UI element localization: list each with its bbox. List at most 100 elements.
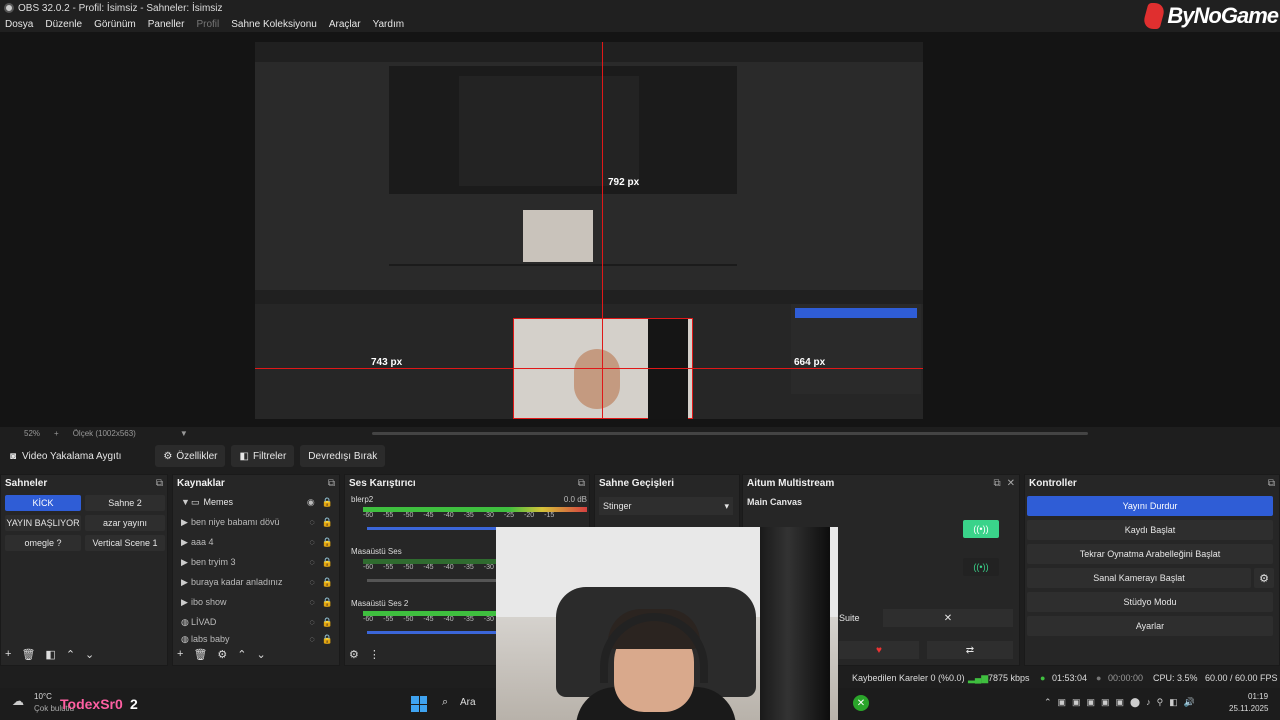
lock-icon[interactable]: 🔒 (322, 577, 333, 588)
fps: 60.00 / 60.00 FPS (1205, 673, 1278, 683)
more-icon[interactable]: ⋮ (369, 648, 380, 661)
eye-hidden-icon[interactable]: ◌ (309, 537, 314, 548)
undock-icon[interactable]: ⧉ (328, 478, 335, 489)
undock-icon[interactable]: ⧉ (156, 478, 163, 489)
lock-icon[interactable]: 🔒 (322, 537, 333, 548)
eye-hidden-icon[interactable]: ◌ (309, 557, 314, 568)
start-recording-button[interactable]: Kaydı Başlat (1027, 520, 1273, 540)
close-icon[interactable]: ✕ (1007, 478, 1015, 489)
move-up-icon[interactable]: ⌃ (66, 648, 75, 661)
start-virtual-camera-button[interactable]: Sanal Kamerayı Başlat (1027, 568, 1251, 588)
scene-omegle[interactable]: omegle ? (5, 535, 81, 551)
source-row-7[interactable]: ◍ labs baby ◌ 🔒 (181, 633, 333, 645)
folder-icon: ▭ (191, 496, 200, 507)
menu-sahne-koleksiyonu[interactable]: Sahne Koleksiyonu (231, 19, 317, 30)
nested-webcam-small (523, 210, 593, 262)
record-icon: ● (1096, 673, 1102, 683)
zoom-in-icon[interactable]: + (54, 429, 59, 438)
lock-icon[interactable]: 🔒 (322, 597, 333, 608)
undock-icon[interactable]: ⧉ (578, 478, 585, 489)
multistream-close-button[interactable]: ✕ (883, 609, 1013, 627)
studio-mode-button[interactable]: Stüdyo Modu (1027, 592, 1273, 612)
preview-scrollbar[interactable] (372, 432, 1088, 435)
scene-yayin-basliyor[interactable]: YAYIN BAŞLIYOR (5, 515, 81, 531)
filters-button[interactable]: ◧ Filtreler (231, 445, 295, 467)
source-row-4[interactable]: ▶ buraya kadar anladınız ◌ 🔒 (181, 573, 333, 591)
lock-icon[interactable]: 🔒 (322, 517, 333, 528)
menu-profil[interactable]: Profil (196, 19, 219, 30)
clock-time[interactable]: 01:19 (1248, 692, 1268, 701)
lock-icon[interactable]: 🔒 (322, 497, 333, 508)
zoom-level: 52% (24, 429, 41, 438)
add-icon[interactable]: + (5, 648, 11, 661)
source-row-1[interactable]: ▶ ben niye babamı dövü ◌ 🔒 (181, 513, 333, 531)
scene-sahne-2[interactable]: Sahne 2 (85, 495, 165, 511)
search-icon[interactable]: ⌕ (442, 696, 448, 709)
stop-stream-button[interactable]: Yayını Durdur (1027, 496, 1273, 516)
transition-select[interactable]: Stinger ▾ (599, 497, 733, 515)
clock-date[interactable]: 25.11.2025 (1229, 704, 1268, 713)
menu-yardim[interactable]: Yardım (373, 19, 405, 30)
menu-gorunum[interactable]: Görünüm (94, 19, 136, 30)
eye-hidden-icon[interactable]: ◌ (309, 517, 314, 528)
eye-icon[interactable]: ◉ (307, 497, 315, 508)
mixer-dock-header: Ses Karıştırıcı ⧉ (345, 475, 589, 491)
meter-scale: -60 -55 -50 -45 -40 -35 -30 -25 -20 -15 (363, 512, 555, 519)
tray-icons[interactable]: ⌃▣▣▣▣▣⬤♪⚲◧🔊 (1044, 697, 1201, 708)
deactivate-button[interactable]: Devredışı Bırak (300, 445, 386, 467)
undock-icon[interactable]: ⧉ (1268, 478, 1275, 489)
menu-paneller[interactable]: Paneller (148, 19, 185, 30)
scene-kick[interactable]: KİCK (5, 495, 81, 511)
refresh-icon[interactable]: ⇄ (927, 641, 1013, 659)
add-icon[interactable]: + (177, 648, 183, 661)
settings-button[interactable]: Ayarlar (1027, 616, 1273, 636)
scenes-dock-footer: + 🗑 ◧ ⌃ ⌄ (5, 648, 94, 661)
trash-icon[interactable]: 🗑 (193, 648, 207, 661)
eye-hidden-icon[interactable]: ◌ (309, 617, 314, 628)
source-row-memes[interactable]: ▼ ▭ Memes ◉ 🔒 (181, 493, 333, 511)
xbox-icon[interactable]: ✕ (853, 695, 869, 711)
eye-hidden-icon[interactable]: ◌ (309, 634, 314, 645)
nested-inner-preview-2 (459, 76, 639, 186)
source-row-6[interactable]: ◍ LİVAD ◌ 🔒 (181, 613, 333, 631)
chevron-down-icon[interactable]: ▼ (181, 497, 191, 507)
source-row-5[interactable]: ▶ ibo show ◌ 🔒 (181, 593, 333, 611)
windows-start-icon[interactable] (411, 696, 427, 712)
play-icon: ▶ (181, 576, 188, 587)
heart-icon[interactable]: ♥ (839, 641, 919, 659)
stream-live-icon: ● (1040, 673, 1046, 683)
source-row-3[interactable]: ▶ ben tryim 3 ◌ 🔒 (181, 553, 333, 571)
filter-icon[interactable]: ◧ (45, 648, 55, 661)
gear-icon[interactable]: ⚙ (349, 648, 359, 661)
taskbar-search[interactable]: Ara (460, 697, 476, 708)
preview-canvas[interactable]: 792 px 743 px 664 px (0, 32, 1280, 427)
menu-duzenle[interactable]: Düzenle (45, 19, 82, 30)
move-down-icon[interactable]: ⌄ (85, 648, 94, 661)
undock-icon[interactable]: ⧉ (993, 478, 1000, 489)
obs-app-icon (4, 3, 14, 13)
suite-label[interactable]: Suite (839, 613, 860, 623)
zoom-scale-label[interactable]: Ölçek (1002x563) (73, 429, 136, 438)
properties-button[interactable]: ⚙ Özellikler (155, 445, 226, 467)
eye-hidden-icon[interactable]: ◌ (309, 597, 314, 608)
chevron-down-icon[interactable]: ▼ (180, 429, 188, 438)
move-up-icon[interactable]: ⌃ (237, 648, 246, 661)
source-row-2[interactable]: ▶ aaa 4 ◌ 🔒 (181, 533, 333, 551)
trash-icon[interactable]: 🗑 (21, 648, 35, 661)
eye-hidden-icon[interactable]: ◌ (309, 577, 314, 588)
stream-toggle-active[interactable]: ((•)) (963, 520, 999, 538)
scene-vertical-1[interactable]: Vertical Scene 1 (85, 535, 165, 551)
lock-icon[interactable]: 🔒 (322, 634, 333, 645)
start-replay-buffer-button[interactable]: Tekrar Oynatma Arabelleğini Başlat (1027, 544, 1273, 564)
scene-azar-yayini[interactable]: azar yayını (85, 515, 165, 531)
stream-toggle[interactable]: ((•)) (963, 558, 999, 576)
bynogame-logo-text: ByNoGame (1167, 3, 1279, 28)
lock-icon[interactable]: 🔒 (322, 557, 333, 568)
menu-araclar[interactable]: Araçlar (329, 19, 361, 30)
move-down-icon[interactable]: ⌄ (257, 648, 266, 661)
multistream-dock-header: Aitum Multistream ⧉ ✕ (743, 475, 1019, 491)
gear-icon[interactable]: ⚙ (217, 648, 227, 661)
virtual-camera-gear-icon[interactable]: ⚙ (1254, 568, 1274, 588)
lock-icon[interactable]: 🔒 (322, 617, 333, 628)
menu-dosya[interactable]: Dosya (5, 19, 33, 30)
